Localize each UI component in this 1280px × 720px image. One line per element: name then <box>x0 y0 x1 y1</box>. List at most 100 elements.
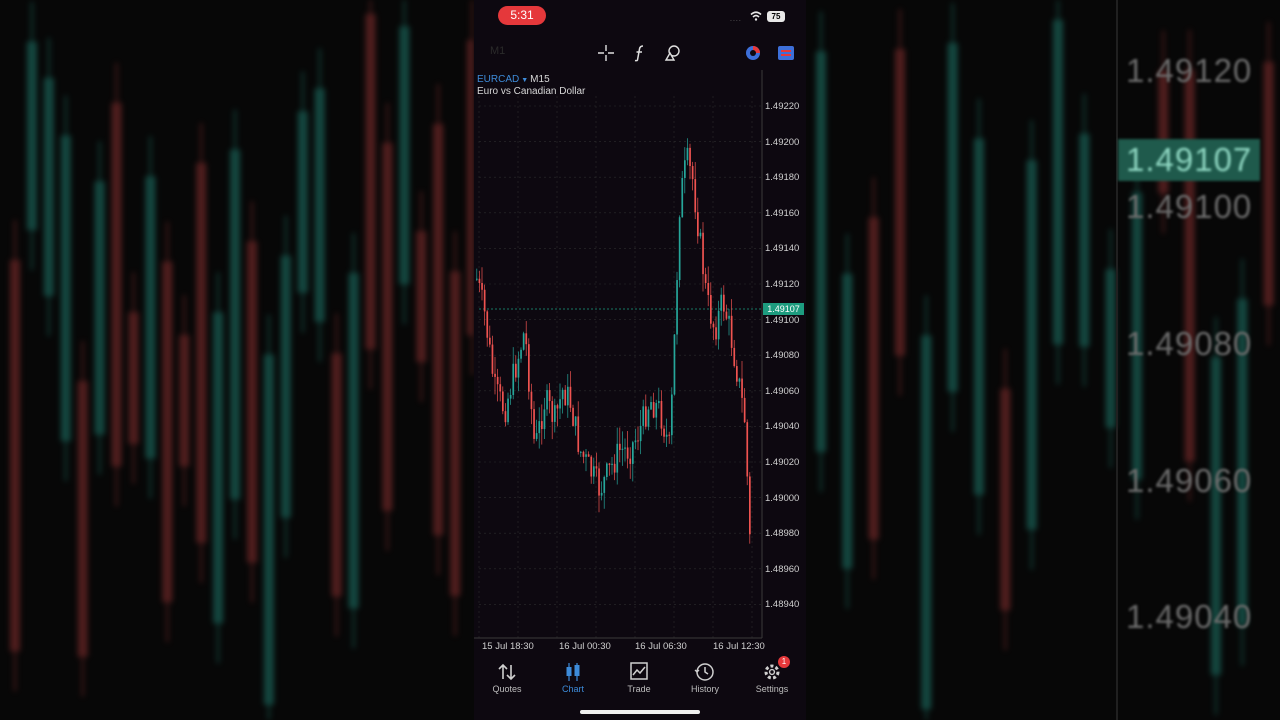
price-tick-label: 1.49000 <box>765 492 800 504</box>
history-icon <box>694 663 714 681</box>
background-price-label: 1.49080 <box>1126 325 1253 362</box>
tab-trade[interactable]: Trade <box>607 656 671 696</box>
candle-body <box>663 428 665 437</box>
timeframe-hint: M1 <box>490 45 506 57</box>
price-tick-label: 1.48980 <box>765 528 800 540</box>
candle-body <box>491 344 494 374</box>
candle-body <box>637 440 639 442</box>
candle-body <box>525 333 528 345</box>
candle-body <box>569 386 572 408</box>
background-candle-body <box>1026 160 1037 530</box>
candle-body <box>611 463 613 465</box>
candle-body <box>603 476 606 493</box>
candle-body <box>736 366 738 382</box>
candle-body <box>712 323 715 328</box>
candle-body <box>634 440 637 443</box>
background-price-label: 1.49120 <box>1126 52 1253 89</box>
tab-label: Chart <box>561 684 584 694</box>
candle-body <box>738 378 741 382</box>
candle-body <box>551 401 554 422</box>
candle-body <box>606 463 608 477</box>
candle-body <box>689 147 691 167</box>
candle-body <box>673 334 676 395</box>
background-candle-body <box>213 312 224 624</box>
background-candle-body <box>43 77 54 297</box>
background-blur-right: 1.49120 1.49107 1.49100 1.49080 1.49060 … <box>806 0 1280 720</box>
candle-body <box>530 391 533 410</box>
candle-body <box>608 463 611 465</box>
candle-body <box>725 311 728 319</box>
chart-icon <box>566 663 580 681</box>
candle-body <box>658 400 660 404</box>
candle-body <box>554 405 556 422</box>
price-tick-label: 1.48940 <box>765 599 800 611</box>
background-candle-body <box>947 43 958 392</box>
candle-body <box>655 403 658 418</box>
tab-label: Trade <box>627 684 651 694</box>
background-candle-body <box>416 231 427 363</box>
background-current-price: 1.49107 <box>1118 139 1261 181</box>
candle-body <box>660 400 663 429</box>
quotes-icon <box>498 663 516 681</box>
crosshair-button[interactable] <box>591 36 621 70</box>
background-candle-body <box>1105 269 1116 428</box>
background-candle-body <box>111 102 122 467</box>
background-price-label: 1.49060 <box>1126 462 1253 499</box>
background-candle-body <box>868 217 879 540</box>
candle-body <box>509 394 512 399</box>
candle-body <box>668 434 671 436</box>
candle-body <box>520 349 522 359</box>
tab-quotes[interactable]: Quotes <box>475 656 539 696</box>
candlestick-chart[interactable]: EURCAD ▼ M15 Euro vs Canadian Dollar 1.492… <box>474 70 806 660</box>
candle-body <box>676 280 678 335</box>
price-tick-label: 1.49220 <box>765 101 800 112</box>
background-candle-body <box>1184 69 1195 462</box>
candle-body <box>746 422 749 477</box>
status-time: 5:31 <box>498 6 546 25</box>
background-candles-left <box>10 0 474 720</box>
tab-label: Settings <box>755 684 789 694</box>
candle-body <box>613 463 616 473</box>
candle-body <box>533 409 535 439</box>
background-candle-body <box>77 381 88 657</box>
price-tick-label: 1.48960 <box>765 563 800 575</box>
background-candle-body <box>382 142 393 511</box>
candle-body <box>619 443 621 450</box>
background-candle-body <box>247 241 257 563</box>
candle-body <box>561 389 564 400</box>
new-order-button[interactable] <box>771 36 801 70</box>
candle-body <box>616 443 619 473</box>
cellular-signal-icon: .... <box>730 16 742 23</box>
price-tick-label: 1.49160 <box>765 207 800 219</box>
candle-body <box>707 282 710 296</box>
time-tick-label: 16 Jul 12:30 <box>713 641 765 652</box>
price-tick-label: 1.49200 <box>765 136 800 148</box>
candle-body <box>652 402 655 418</box>
clock-icon <box>746 46 760 60</box>
candle-body <box>733 347 736 367</box>
candle-body <box>502 391 504 412</box>
objects-button[interactable] <box>658 36 688 70</box>
background-candle-body <box>263 354 274 705</box>
symbol-dropdown-icon: ▼ <box>521 77 529 84</box>
time-tick-label: 15 Jul 18:30 <box>482 641 534 652</box>
indicators-button[interactable] <box>625 36 655 70</box>
price-tick-label: 1.49080 <box>765 350 800 362</box>
timeframe-button[interactable] <box>738 36 768 70</box>
candle-body <box>486 311 489 338</box>
tab-history[interactable]: History <box>673 656 737 696</box>
candle-body <box>507 398 509 423</box>
chart-canvas <box>474 70 763 639</box>
candle-body <box>590 456 593 477</box>
candle-body <box>582 451 585 457</box>
current-price-label: 1.49107 <box>763 303 804 315</box>
candle-body <box>684 160 686 178</box>
candle-body <box>728 315 730 319</box>
candle-body <box>494 373 496 377</box>
background-candle-body <box>314 88 325 322</box>
tab-chart[interactable]: Chart <box>541 656 605 696</box>
phone-screen: 5:31 .... 75 M1 EURCAD ▼ M15 Euro vs Can… <box>474 0 806 720</box>
tab-settings[interactable]: 1 Settings <box>740 656 804 696</box>
background-candle-body <box>280 255 291 518</box>
price-tick-label: 1.49120 <box>765 279 800 290</box>
